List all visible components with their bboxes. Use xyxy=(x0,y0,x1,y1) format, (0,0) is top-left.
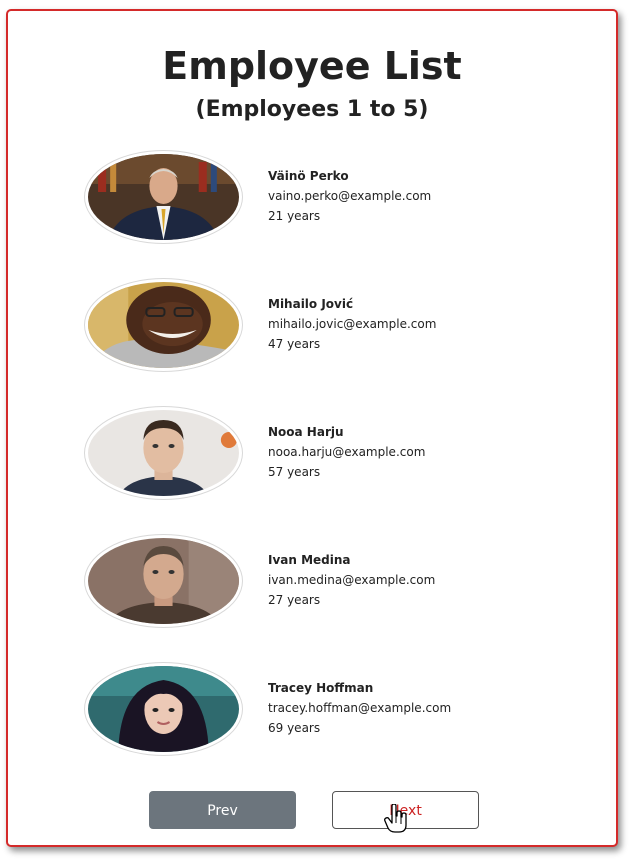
employee-info: Ivan Medina ivan.medina@example.com 27 y… xyxy=(268,550,435,610)
next-button[interactable]: Next xyxy=(332,791,479,829)
employee-avatar xyxy=(84,278,243,372)
employee-email: ivan.medina@example.com xyxy=(268,573,436,587)
employee-name: Tracey Hoffman xyxy=(268,681,374,695)
page-title: Employee List xyxy=(162,44,462,88)
employee-age: 27 years xyxy=(268,593,321,607)
employee-info: Mihailo Jović mihailo.jovic@example.com … xyxy=(268,294,436,354)
employee-name: Nooa Harju xyxy=(268,425,344,439)
employee-card: Mihailo Jović mihailo.jovic@example.com … xyxy=(84,278,584,374)
employee-info: Tracey Hoffman tracey.hoffman@example.co… xyxy=(268,678,451,738)
employee-age: 47 years xyxy=(268,337,321,351)
employee-info: Nooa Harju nooa.harju@example.com 57 yea… xyxy=(268,422,425,482)
page-subtitle: (Employees 1 to 5) xyxy=(195,97,429,122)
employee-name: Mihailo Jović xyxy=(268,297,354,311)
employee-age: 69 years xyxy=(268,721,321,735)
employee-card: Tracey Hoffman tracey.hoffman@example.co… xyxy=(84,662,584,758)
employee-email: nooa.harju@example.com xyxy=(268,445,426,459)
employee-email: mihailo.jovic@example.com xyxy=(268,317,437,331)
employee-age: 57 years xyxy=(268,465,321,479)
employee-avatar xyxy=(84,534,243,628)
employee-info: Väinö Perko vaino.perko@example.com 21 y… xyxy=(268,166,431,226)
employee-avatar xyxy=(84,662,243,756)
employee-list-card: Employee List (Employees 1 to 5) Väinö P… xyxy=(6,9,618,847)
employee-card: Nooa Harju nooa.harju@example.com 57 yea… xyxy=(84,406,584,502)
employee-avatar xyxy=(84,406,243,500)
prev-button[interactable]: Prev xyxy=(149,791,296,829)
employee-name: Väinö Perko xyxy=(268,169,349,183)
employee-card: Ivan Medina ivan.medina@example.com 27 y… xyxy=(84,534,584,630)
employee-email: vaino.perko@example.com xyxy=(268,189,432,203)
employee-name: Ivan Medina xyxy=(268,553,351,567)
employee-avatar xyxy=(84,150,243,244)
employee-card: Väinö Perko vaino.perko@example.com 21 y… xyxy=(84,150,584,246)
employee-age: 21 years xyxy=(268,209,321,223)
employee-email: tracey.hoffman@example.com xyxy=(268,701,452,715)
